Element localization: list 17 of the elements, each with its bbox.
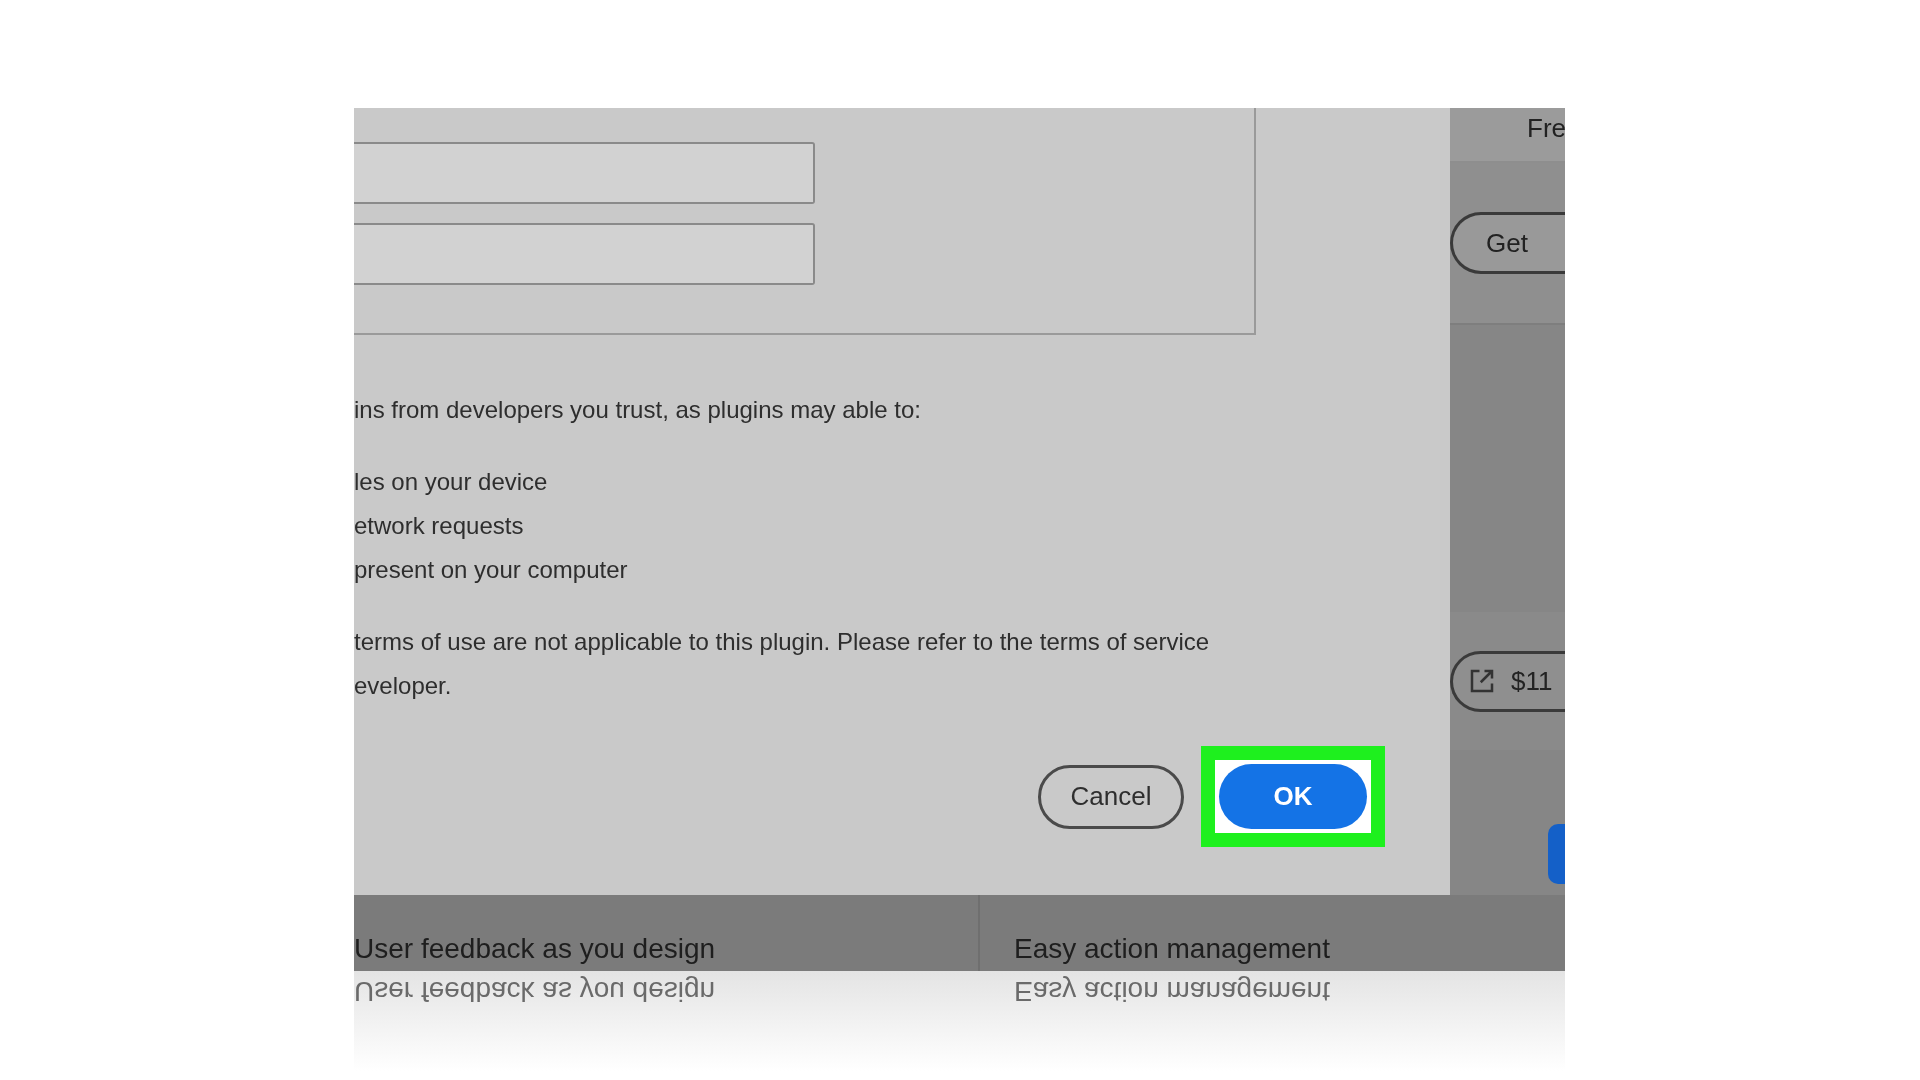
panel-heading: Fre (1526, 112, 1565, 145)
capability-item: les on your device (354, 467, 548, 497)
reflected-title: User feedback as you design (354, 975, 716, 1007)
capability-item: present on your computer (354, 555, 628, 585)
price-button[interactable]: $11 (1450, 650, 1565, 712)
get-button[interactable]: Get (1450, 212, 1565, 274)
notice-text: terms of use are not applicable to this plugin. Please refer to the terms of service (354, 627, 1210, 657)
ok-button[interactable]: OK (1219, 764, 1367, 829)
capability-item: etwork requests (354, 511, 524, 541)
intro-text: ins from developers you trust, as plugins may able to: (354, 395, 921, 425)
feature-title: Easy action management (1014, 933, 1330, 964)
input-field[interactable] (354, 223, 815, 285)
reflected-title: Easy action management (1014, 975, 1330, 1007)
cancel-button[interactable]: Cancel (1038, 764, 1184, 829)
notice-text: eveloper. (354, 671, 452, 701)
feature-title: User feedback as you design (354, 933, 716, 964)
input-field[interactable] (354, 142, 815, 204)
